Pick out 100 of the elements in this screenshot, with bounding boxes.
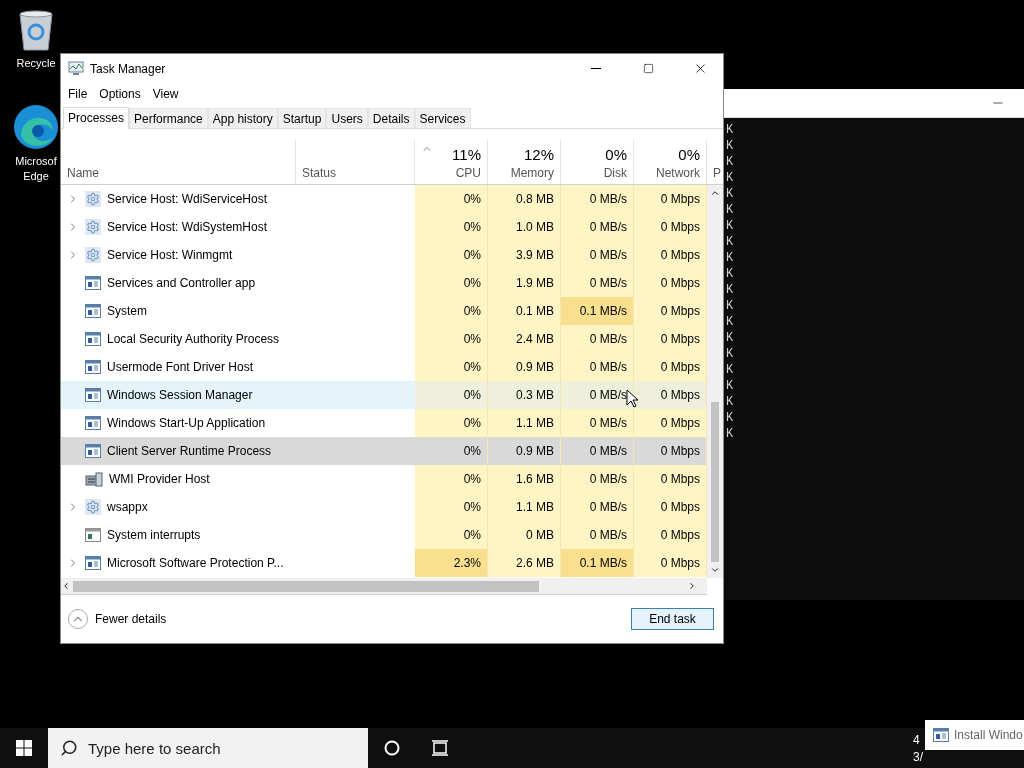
console-line: K [726, 298, 735, 314]
app-window-icon [85, 416, 101, 430]
console-line: K [726, 282, 735, 298]
app-window-icon [85, 332, 101, 346]
table-cell: 0 Mbps [634, 381, 707, 409]
tab[interactable]: Performance [129, 108, 208, 128]
process-name: Client Server Runtime Process [107, 444, 272, 458]
tab[interactable]: App history [207, 108, 278, 128]
column-header[interactable]: 0% Network [634, 140, 707, 184]
column-header[interactable]: Name [61, 140, 296, 184]
table-cell: 0 Mbps [634, 325, 707, 353]
scroll-down-icon[interactable] [710, 565, 720, 575]
process-name: System [107, 304, 147, 318]
windows-logo-icon [16, 740, 32, 756]
table-cell: 0 MB/s [561, 213, 634, 241]
table-cell: 0 MB/s [561, 241, 634, 269]
mouse-cursor-icon [626, 389, 638, 408]
table-cell: 0.9 MB [488, 353, 561, 381]
process-row[interactable]: Service Host: Winmgmt 0% 3.9 MB 0 MB/s 0 Mbps [61, 241, 707, 269]
table-cell: 1.1 MB [488, 493, 561, 521]
server-icon [85, 471, 103, 487]
clock-text[interactable]: 4 [913, 732, 923, 747]
horizontal-scrollbar[interactable] [61, 578, 707, 595]
search-field[interactable]: Type here to search [48, 728, 368, 768]
desktop-icon-label[interactable]: Recycle [16, 56, 56, 71]
process-row[interactable]: Usermode Font Driver Host 0% 0.9 MB 0 MB/s 0 Mbps [61, 353, 707, 381]
tab[interactable]: Users [326, 108, 368, 128]
app-window-icon [85, 304, 101, 318]
scroll-left-icon[interactable] [61, 581, 71, 591]
table-cell: 0% [415, 185, 488, 213]
console-line: K [726, 410, 735, 426]
scrollbar-thumb[interactable] [711, 402, 719, 562]
browser-icon[interactable] [13, 104, 59, 150]
table-cell: 0.1 MB/s [561, 297, 634, 325]
process-row[interactable]: Windows Start-Up Application 0% 1.1 MB 0 MB/s 0 Mbps [61, 409, 707, 437]
column-header[interactable]: 11% CPU [415, 140, 488, 184]
table-cell: 2.3% [415, 549, 488, 577]
process-row[interactable]: Service Host: WdiSystemHost 0% 1.0 MB 0 MB/s 0 Mbps [61, 213, 707, 241]
desktop-icon-label[interactable]: Microsof Edge [15, 154, 57, 184]
column-header[interactable]: P [707, 140, 727, 184]
process-row[interactable]: Service Host: WdiServiceHost 0% 0.8 MB 0 MB/s 0 Mbps [61, 185, 707, 213]
table-cell: 0% [415, 213, 488, 241]
process-row[interactable]: System interrupts 0% 0 MB 0 MB/s 0 Mbps [61, 521, 707, 549]
console-line: K [726, 346, 735, 362]
process-row[interactable]: System 0% 0.1 MB 0.1 MB/s 0 Mbps [61, 297, 707, 325]
app-window-icon [85, 556, 101, 570]
scroll-right-icon[interactable] [687, 581, 697, 591]
process-name: Microsoft Software Protection P... [107, 556, 284, 570]
monitor-chart-icon [68, 61, 84, 76]
table-cell: 0.1 MB [488, 297, 561, 325]
table-cell: 0 Mbps [634, 297, 707, 325]
vertical-scrollbar[interactable] [707, 185, 723, 578]
app-window-icon [85, 444, 101, 458]
console-line: K [726, 186, 735, 202]
process-row[interactable]: Local Security Authority Process 0% 2.4 MB 0 MB/s 0 Mbps [61, 325, 707, 353]
table-cell: 0% [415, 381, 488, 409]
scroll-up-icon[interactable] [710, 188, 720, 198]
process-name: Service Host: WdiSystemHost [107, 220, 268, 234]
process-row[interactable]: Services and Controller app 0% 1.9 MB 0 MB/s 0 Mbps [61, 269, 707, 297]
clock-text[interactable]: 3/ [913, 749, 923, 764]
fewer-details-link[interactable]: Fewer details [68, 609, 167, 629]
table-cell: 0 MB/s [561, 493, 634, 521]
tab[interactable]: Processes [63, 107, 130, 129]
table-cell: 0 Mbps [634, 409, 707, 437]
minimize-icon [591, 68, 601, 69]
gear-icon [85, 499, 101, 515]
tab[interactable]: Details [367, 108, 415, 128]
table-cell: 0% [415, 241, 488, 269]
table-cell: 0% [415, 297, 488, 325]
process-row[interactable]: wsappx 0% 1.1 MB 0 MB/s 0 Mbps [61, 493, 707, 521]
menu-item[interactable]: View [147, 87, 186, 101]
table-cell: 0 Mbps [634, 185, 707, 213]
maximize-icon [642, 63, 654, 74]
end-task-button[interactable]: End task [631, 608, 714, 630]
tab[interactable]: Startup [277, 108, 327, 128]
process-row[interactable]: Windows Session Manager 0% 0.3 MB 0 MB/s 0 Mbps [61, 381, 707, 409]
menu-item[interactable]: File [63, 87, 95, 101]
console-line: K [726, 426, 735, 442]
console-line: K [726, 170, 735, 186]
table-cell: 0 Mbps [634, 549, 707, 577]
table-cell: 0 Mbps [634, 241, 707, 269]
process-row[interactable]: Microsoft Software Protection P... 2.3% 2.6 MB 0.1 MB/s 0 Mbps [61, 549, 707, 577]
gear-icon [85, 191, 101, 207]
app-window-icon [85, 528, 101, 542]
table-cell: 0 MB/s [561, 409, 634, 437]
menu-item[interactable]: Options [94, 87, 148, 101]
column-header[interactable]: 12% Memory [488, 140, 561, 184]
process-row[interactable]: WMI Provider Host 0% 1.6 MB 0 MB/s 0 Mbps [61, 465, 707, 493]
console-line: K [726, 218, 735, 234]
notification-popup[interactable]: Install Windo [925, 720, 1024, 750]
table-cell: 3.9 MB [488, 241, 561, 269]
tab[interactable]: Services [414, 108, 471, 128]
recycle-bin-icon[interactable] [16, 8, 56, 52]
table-cell: 0 Mbps [634, 493, 707, 521]
column-header[interactable]: 0% Disk [561, 140, 634, 184]
column-header[interactable]: Status [296, 140, 415, 184]
process-name: Windows Session Manager [107, 388, 253, 402]
table-cell: 2.6 MB [488, 549, 561, 577]
table-cell: 1.1 MB [488, 409, 561, 437]
process-row[interactable]: Client Server Runtime Process 0% 0.9 MB 0 MB/s 0 Mbps [61, 437, 707, 465]
